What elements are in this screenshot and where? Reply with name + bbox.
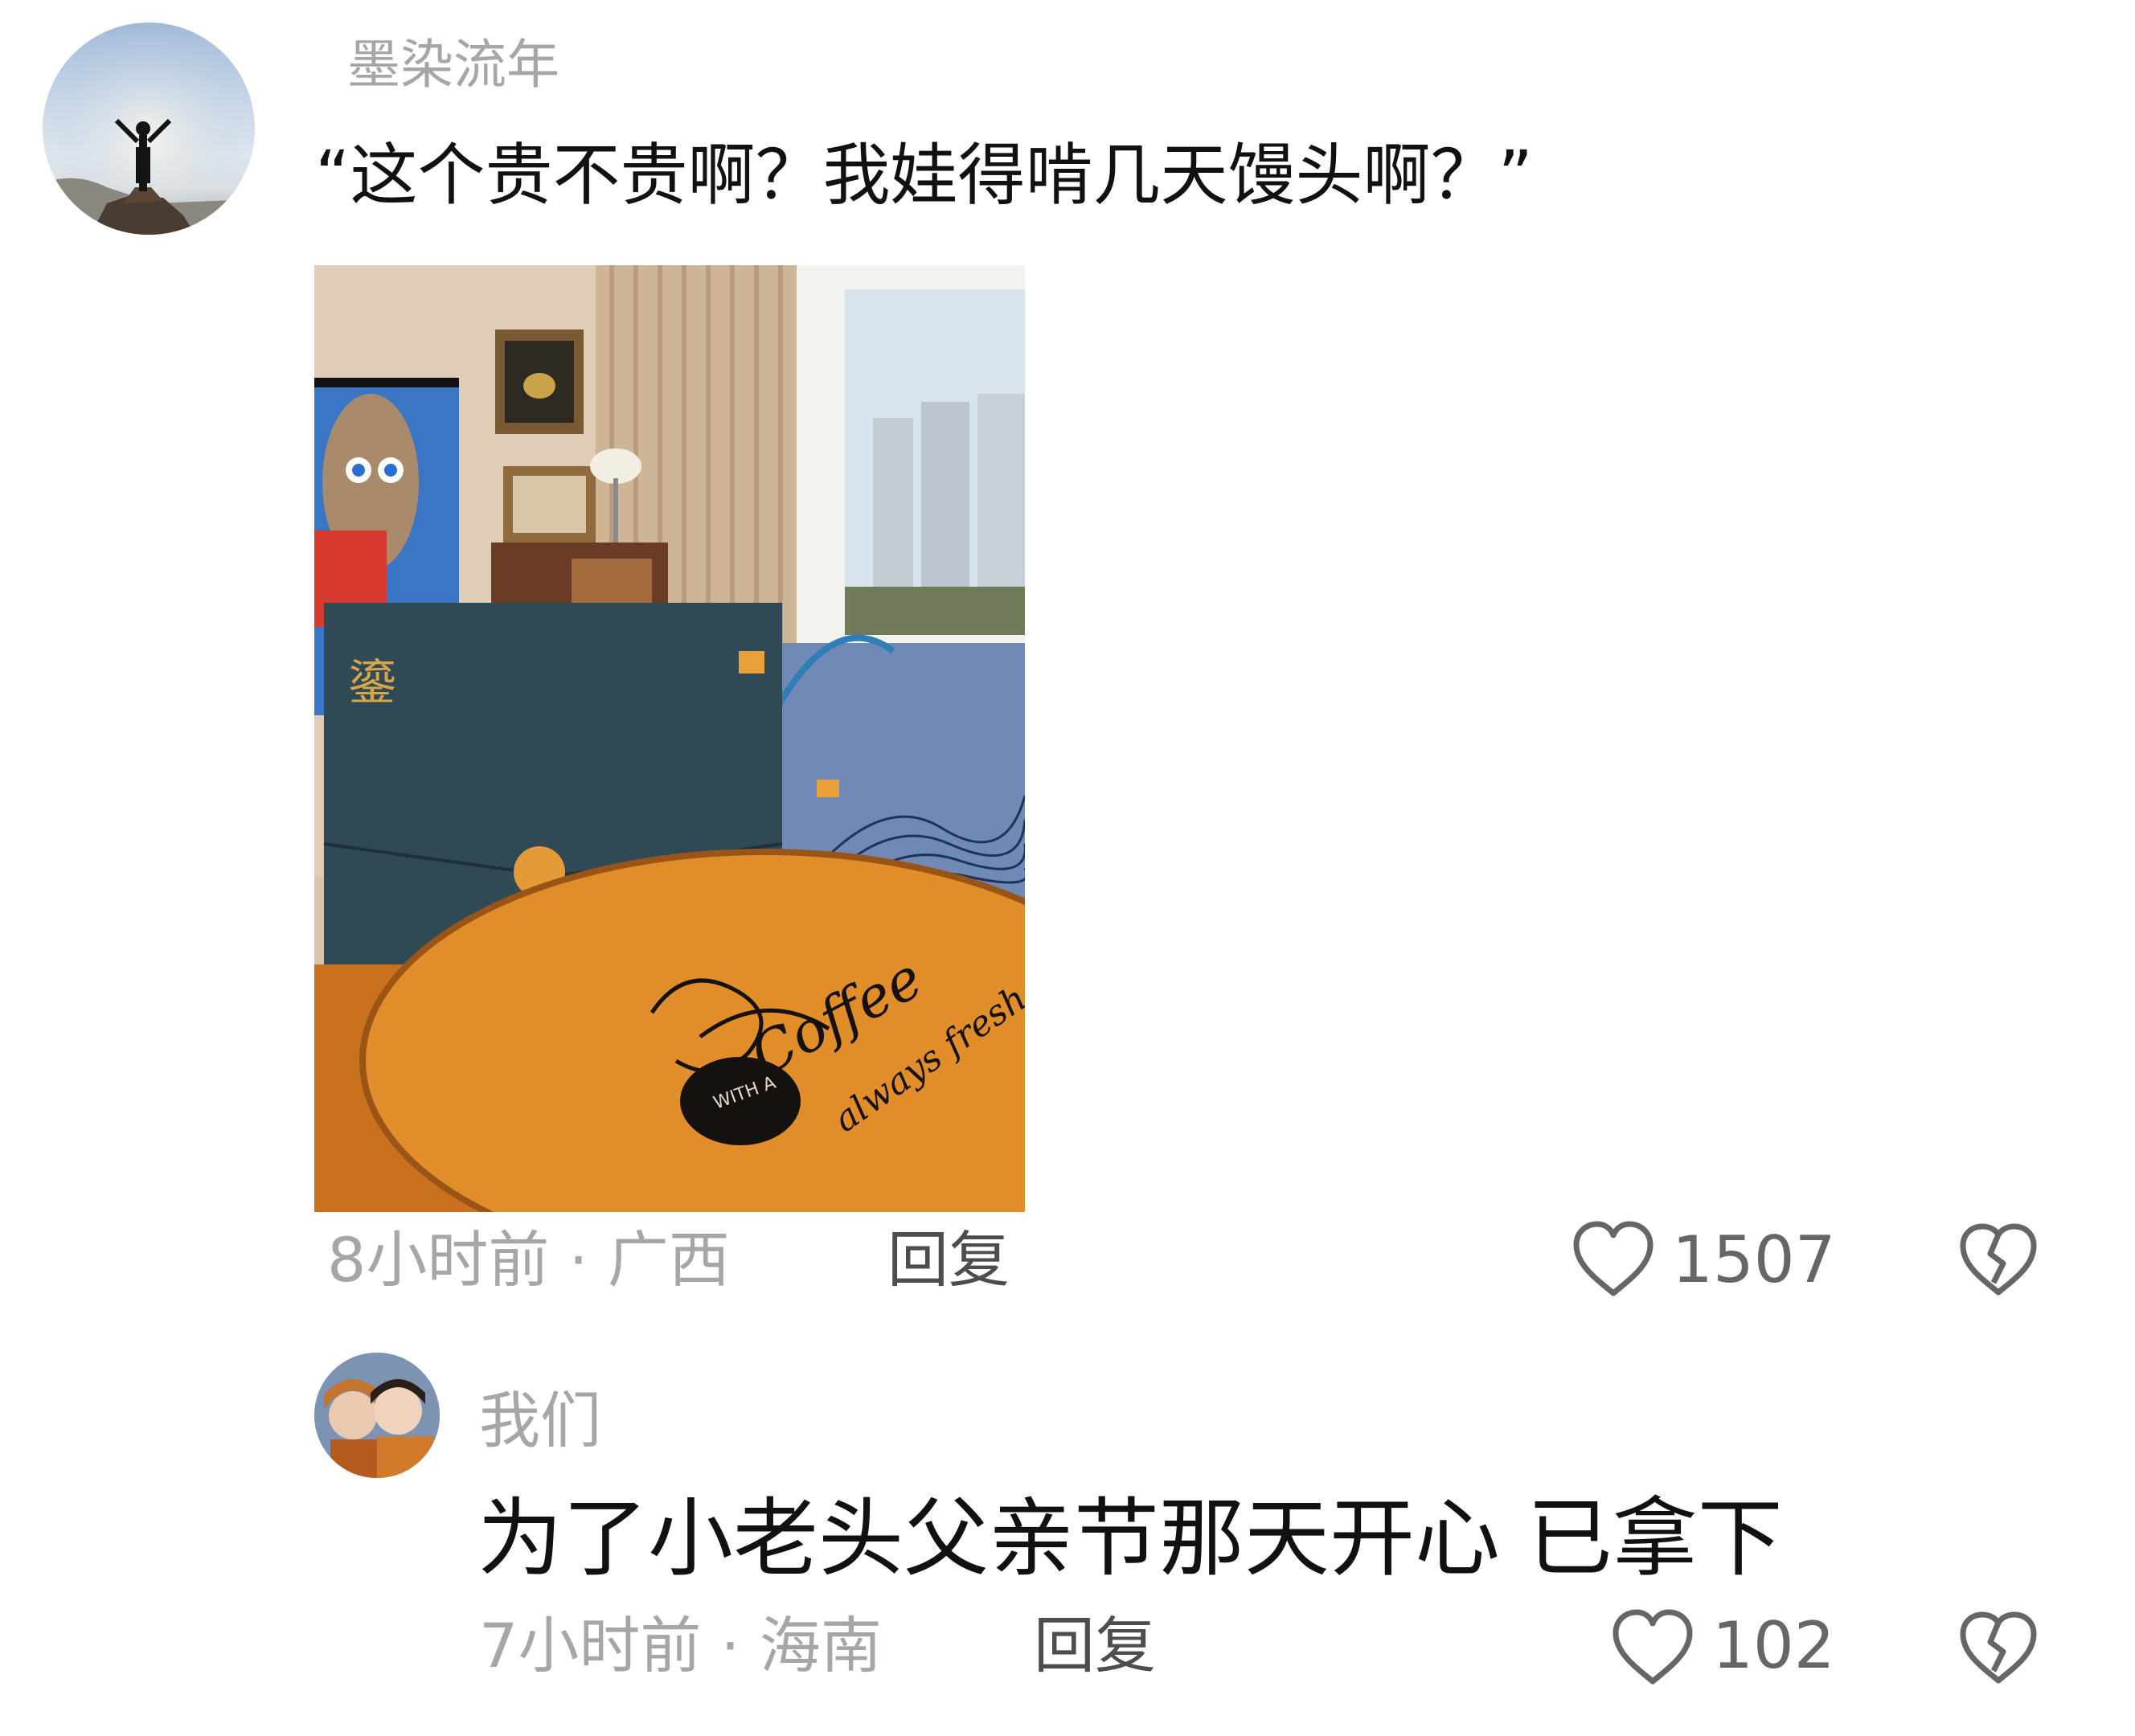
comment-username[interactable]: 我们	[479, 1390, 601, 1451]
reply-button[interactable]: 回复	[887, 1230, 1010, 1291]
avatar[interactable]	[314, 1353, 440, 1478]
like-count: 1507	[1672, 1222, 1836, 1297]
comment-attached-photo[interactable]: 鎏 Coffee always fresh WITH A	[314, 265, 1025, 1212]
avatar[interactable]	[43, 23, 255, 235]
mountain-summit-avatar-image	[43, 23, 255, 235]
gift-box-photo: 鎏 Coffee always fresh WITH A	[314, 265, 1025, 1212]
dislike-button[interactable]	[1958, 1222, 2039, 1299]
like-button[interactable]	[1572, 1219, 1655, 1300]
reply-button[interactable]: 回复	[1034, 1615, 1156, 1677]
couple-avatar-image	[314, 1353, 440, 1478]
dislike-button[interactable]	[1958, 1610, 2039, 1687]
heart-icon	[1573, 1221, 1653, 1296]
comment-username[interactable]: 墨染流年	[347, 39, 559, 92]
comment-text: “这个贵不贵啊？我娃得啃几天馒头啊？”	[315, 136, 1534, 215]
comment-text: 为了小老头父亲节那天开心 已拿下	[477, 1489, 1783, 1588]
broken-heart-icon	[1960, 1223, 2037, 1296]
comment-time-location: 8小时前 · 广西	[327, 1224, 730, 1296]
comment-time-location: 7小时前 · 海南	[479, 1610, 882, 1681]
like-count: 102	[1712, 1608, 1835, 1683]
like-button[interactable]	[1611, 1607, 1694, 1688]
broken-heart-icon	[1960, 1611, 2037, 1684]
heart-icon	[1613, 1609, 1693, 1685]
svg-text:鎏: 鎏	[348, 655, 396, 711]
